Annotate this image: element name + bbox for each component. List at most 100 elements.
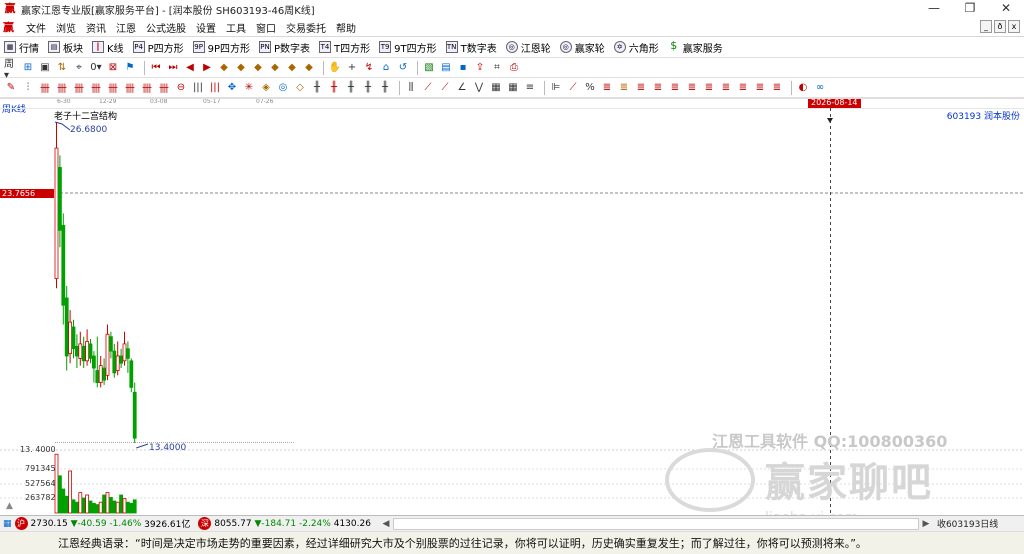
grid-box-icon[interactable]: ▦ (506, 81, 520, 95)
9t-square-button[interactable]: T9 9T四方形 (379, 40, 437, 55)
grid-tool-icon[interactable]: 卌 (157, 81, 171, 95)
network-icon[interactable]: ⌗ (490, 61, 504, 75)
line-tool-icon[interactable]: ╫ (327, 81, 341, 95)
fib-icon[interactable]: ≣ (651, 81, 665, 95)
menu-gann[interactable]: 江恩 (111, 20, 141, 35)
fib-icon[interactable]: ≣ (736, 81, 750, 95)
fan-icon[interactable]: ⫶ (21, 81, 35, 95)
layout-icon[interactable]: ▣ (38, 61, 52, 75)
bars-tool-icon[interactable]: ||| (208, 81, 222, 95)
curve-icon[interactable]: ↯ (362, 61, 376, 75)
fib-icon[interactable]: ≣ (600, 81, 614, 95)
period-dropdown[interactable]: 周▾ (4, 59, 18, 81)
shape-icon[interactable]: ⌂ (379, 61, 393, 75)
save-icon[interactable]: ▪ (456, 61, 470, 75)
gann-wheel-button[interactable]: ◎ 江恩轮 (505, 40, 551, 55)
last-icon[interactable]: ⏭ (166, 61, 180, 75)
fan-tool-icon[interactable]: ⟋ (566, 81, 580, 95)
mdi-close-button[interactable]: x (1008, 20, 1020, 33)
grid-tool-icon[interactable]: 卌 (123, 81, 137, 95)
fib-icon[interactable]: ≣ (719, 81, 733, 95)
prev-icon[interactable]: ◀ (183, 61, 197, 75)
minimize-button[interactable]: — (916, 0, 952, 18)
menu-file[interactable]: 文件 (21, 20, 51, 35)
menu-trade[interactable]: 交易委托 (281, 20, 331, 35)
fib-icon[interactable]: ≣ (685, 81, 699, 95)
history-icon[interactable]: ↺ (396, 61, 410, 75)
menu-app-icon[interactable]: 赢 (3, 19, 17, 35)
fib-icon[interactable]: ≣ (702, 81, 716, 95)
export-icon[interactable]: ⇪ (473, 61, 487, 75)
mdi-minimize-button[interactable]: _ (980, 20, 992, 33)
menu-settings[interactable]: 设置 (191, 20, 221, 35)
sh-index[interactable]: ▦ 沪 2730.15 ▼-40.59 -1.46% 3926.61亿 (3, 517, 190, 530)
target-tool-icon[interactable]: ◈ (259, 81, 273, 95)
next-icon[interactable]: ▶ (200, 61, 214, 75)
diamond-icon[interactable]: ◆ (302, 61, 316, 75)
menu-info[interactable]: 资讯 (81, 20, 111, 35)
lines-tool-icon[interactable]: ≡ (523, 81, 537, 95)
close-button[interactable]: ✕ (988, 0, 1024, 18)
fan-tool-icon[interactable]: ⟋ (421, 81, 435, 95)
grid-tool-icon[interactable]: 卌 (106, 81, 120, 95)
line-tool-icon[interactable]: ╫ (361, 81, 375, 95)
line-tool-icon[interactable]: ╫ (310, 81, 324, 95)
diamond-icon[interactable]: ◆ (217, 61, 231, 75)
menu-browse[interactable]: 浏览 (51, 20, 81, 35)
crosshair-icon[interactable]: + (345, 61, 359, 75)
bars-tool-icon[interactable]: ||| (191, 81, 205, 95)
hand-icon[interactable]: ✋ (328, 61, 342, 75)
scroll-left-button[interactable]: ◀ (379, 519, 393, 529)
zoom-icon[interactable]: ⊞ (21, 61, 35, 75)
t-number-table-button[interactable]: TN T数字表 (445, 40, 497, 55)
star-tool-icon[interactable]: ✳ (242, 81, 256, 95)
table-icon[interactable]: ▤ (439, 61, 453, 75)
kline-chart[interactable]: 6-30 12-29 03-08 05-17 07-26 2026-08-14 … (0, 98, 1024, 526)
cursor-icon[interactable]: ⌖ (72, 61, 86, 75)
diamond-icon[interactable]: ◆ (234, 61, 248, 75)
diamond-icon[interactable]: ◆ (268, 61, 282, 75)
line-tool-icon[interactable]: ╫ (344, 81, 358, 95)
diamond-icon[interactable]: ◆ (285, 61, 299, 75)
calc-icon[interactable]: ⊠ (106, 61, 120, 75)
channel-tool-icon[interactable]: ⫼ (404, 81, 418, 95)
grid-tool-icon[interactable]: 卌 (89, 81, 103, 95)
line-tool-icon[interactable]: ╫ (378, 81, 392, 95)
fib-icon[interactable]: ≣ (770, 81, 784, 95)
color-icon[interactable]: ◐ (796, 81, 810, 95)
diamond-icon[interactable]: ◆ (251, 61, 265, 75)
menu-formula[interactable]: 公式选股 (141, 20, 191, 35)
hexagon-button[interactable]: ✡ 六角形 (613, 40, 659, 55)
split-icon[interactable]: ⇅ (55, 61, 69, 75)
angle-tool-icon[interactable]: ∠ (455, 81, 469, 95)
fan-tool-icon[interactable]: ⟋ (438, 81, 452, 95)
circle-tool-icon[interactable]: ⊖ (174, 81, 188, 95)
horizontal-scrollbar[interactable] (392, 517, 919, 530)
p-number-table-button[interactable]: PN P数字表 (259, 40, 310, 55)
scroll-right-button[interactable]: ▶ (919, 519, 933, 529)
winner-wheel-button[interactable]: ◎ 赢家轮 (559, 40, 605, 55)
grid-box-icon[interactable]: ▦ (489, 81, 503, 95)
menu-window[interactable]: 窗口 (251, 20, 281, 35)
service-button[interactable]: $ 赢家服务 (668, 40, 723, 55)
flag-icon[interactable]: ⚑ (123, 61, 137, 75)
infinity-icon[interactable]: ∞ (813, 81, 827, 95)
restore-button[interactable]: ❐ (952, 0, 988, 18)
sz-index[interactable]: 深 8055.77 ▼-184.71 -2.24% 4130.26 (198, 517, 371, 530)
mdi-restore-button[interactable]: ð (994, 20, 1006, 33)
zero-dropdown[interactable]: 0▾ (89, 61, 103, 75)
grid-tool-icon[interactable]: 卌 (140, 81, 154, 95)
first-icon[interactable]: ⏮ (149, 61, 163, 75)
fib-icon[interactable]: ≣ (668, 81, 682, 95)
ruler-icon[interactable]: ⊫ (549, 81, 563, 95)
image-icon[interactable]: ▧ (422, 61, 436, 75)
fib-icon[interactable]: ≣ (634, 81, 648, 95)
quotes-button[interactable]: ▦ 行情 (4, 40, 39, 55)
cross-tool-icon[interactable]: ✥ (225, 81, 239, 95)
p-square-button[interactable]: P4 P四方形 (132, 40, 184, 55)
diamond-tool-icon[interactable]: ◇ (293, 81, 307, 95)
grid-tool-icon[interactable]: 卌 (55, 81, 69, 95)
kline-button[interactable]: ┃ K线 (92, 40, 124, 55)
t-square-button[interactable]: T4 T四方形 (319, 40, 370, 55)
percent-icon[interactable]: % (583, 81, 597, 95)
